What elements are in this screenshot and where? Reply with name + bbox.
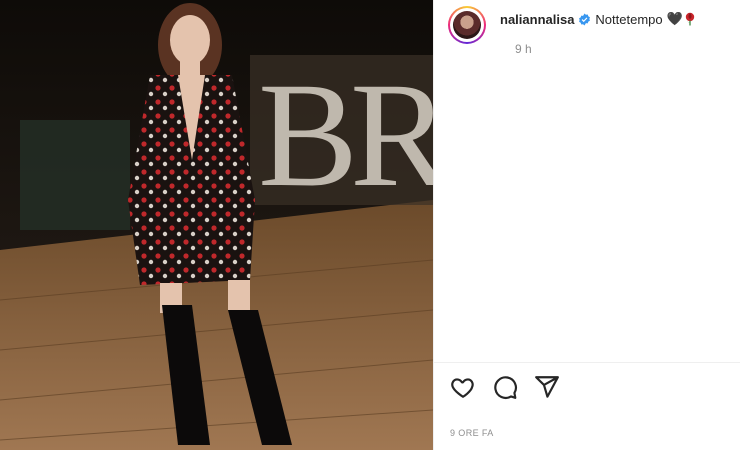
post-header: naliannalisa Nottetempo 🖤 9 h	[448, 6, 734, 56]
comment-icon[interactable]	[492, 374, 518, 400]
username[interactable]: naliannalisa	[500, 12, 574, 27]
post-time-long: 9 ORE FA	[450, 428, 494, 438]
like-heart-icon[interactable]	[450, 374, 476, 400]
caption-line: naliannalisa Nottetempo 🖤	[500, 11, 696, 27]
rose-icon	[684, 12, 696, 26]
caption-text: Nottetempo	[595, 11, 663, 27]
post-image: BRE	[0, 0, 433, 450]
sign-letters: BRE	[258, 52, 433, 218]
post-sidebar: naliannalisa Nottetempo 🖤 9 h 9 ORE FA	[433, 0, 740, 450]
post-photo[interactable]: BRE	[0, 0, 433, 450]
divider	[434, 362, 740, 363]
avatar[interactable]	[448, 6, 486, 44]
verified-badge-icon	[578, 13, 591, 26]
post-time-short[interactable]: 9 h	[515, 42, 532, 56]
black-heart-icon: 🖤	[666, 11, 683, 26]
sign-letters-text: BRE	[258, 52, 433, 218]
share-icon[interactable]	[534, 374, 560, 400]
action-bar	[450, 374, 560, 400]
